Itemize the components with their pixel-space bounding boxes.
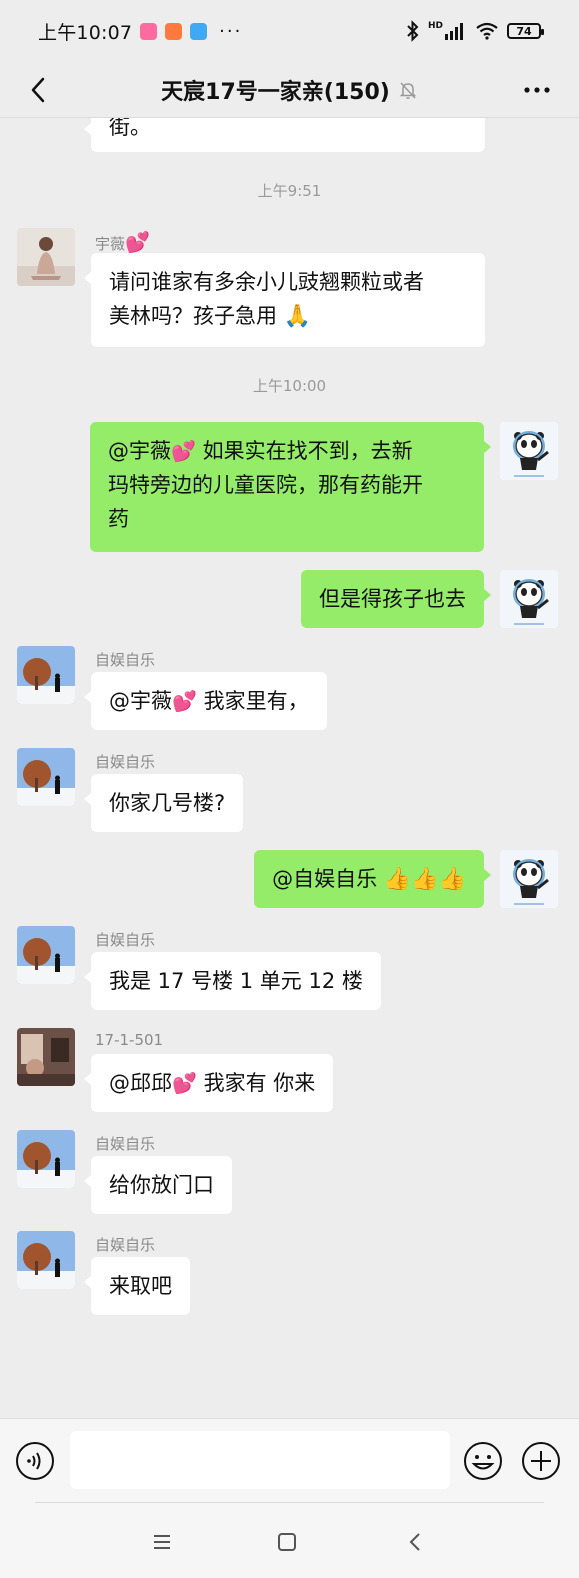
message-text: 给你放门口 bbox=[109, 1173, 214, 1197]
pray-emoji-icon: 🙏 bbox=[283, 304, 312, 329]
avatar-photo bbox=[17, 228, 75, 286]
smiley-icon bbox=[464, 1442, 502, 1480]
chat-message-list[interactable]: 街。 上午9:51 宇薇💕 请问谁家有多余小儿豉翘颗粒或者 美林吗？孩子急用 🙏… bbox=[0, 118, 579, 1418]
message-bubble[interactable]: 你家几号楼? bbox=[83, 774, 244, 832]
avatar-photo bbox=[17, 1028, 75, 1086]
panda-avatar-icon bbox=[500, 422, 558, 480]
avatar-photo bbox=[17, 1231, 75, 1289]
message-text: @邱邱💕 我家有 你来 bbox=[109, 1071, 316, 1095]
battery-icon: 74 bbox=[507, 23, 544, 39]
heart-emoji-icon: 💕 bbox=[172, 689, 197, 713]
message-bubble[interactable]: 请问谁家有多余小儿豉翘颗粒或者 美林吗？孩子急用 🙏 bbox=[84, 253, 485, 347]
voice-input-button[interactable] bbox=[15, 1441, 55, 1481]
timestamp: 上午9:51 bbox=[257, 182, 322, 200]
message-text: 我是 17 号楼 1 单元 12 楼 bbox=[109, 969, 363, 993]
mute-icon bbox=[399, 82, 417, 99]
avatar-ziyuzile[interactable] bbox=[17, 926, 75, 984]
avatar-photo bbox=[17, 646, 75, 704]
avatar-photo bbox=[17, 1130, 75, 1188]
message-text: 街。 bbox=[109, 118, 151, 139]
timestamp: 上午10:00 bbox=[252, 377, 327, 395]
sender-name: 自娱自乐 bbox=[95, 1236, 156, 1254]
sender-name: 自娱自乐 bbox=[95, 753, 156, 771]
battery-level: 74 bbox=[516, 24, 532, 38]
more-notifications-icon: ··· bbox=[219, 20, 243, 42]
status-bar: 上午10:07 ··· HD 74 bbox=[0, 0, 579, 62]
message-bubble[interactable]: @邱邱💕 我家有 你来 bbox=[83, 1054, 334, 1112]
bluetooth-icon bbox=[407, 20, 419, 42]
message-bubble[interactable]: @宇薇💕 我家里有， bbox=[84, 672, 327, 730]
system-back-button[interactable] bbox=[395, 1522, 435, 1562]
notification-icons bbox=[140, 22, 208, 40]
message-text: 来取吧 bbox=[109, 1274, 172, 1298]
chat-title-area: 天宸17号一家亲(150) bbox=[0, 62, 579, 118]
avatar-self[interactable] bbox=[500, 422, 558, 480]
message-bubble[interactable]: 给你放门口 bbox=[84, 1156, 232, 1214]
message-bubble-self[interactable]: 但是得孩子也去 bbox=[301, 570, 491, 628]
app-notification-icon bbox=[140, 22, 158, 40]
sender-name: 自娱自乐 bbox=[95, 1135, 156, 1153]
avatar-photo bbox=[17, 748, 75, 806]
message-bubble[interactable]: 来取吧 bbox=[84, 1257, 190, 1315]
wifi-icon bbox=[476, 22, 498, 40]
heart-emoji-icon: 💕 bbox=[125, 230, 150, 254]
avatar-ziyuzile[interactable] bbox=[17, 748, 75, 806]
message-text: @宇薇💕 我家里有， bbox=[109, 689, 309, 713]
sender-name: 17-1-501 bbox=[95, 1031, 164, 1049]
home-button[interactable] bbox=[267, 1522, 307, 1562]
message-text: 请问谁家有多余小儿豉翘颗粒或者 bbox=[109, 270, 424, 294]
more-functions-button[interactable] bbox=[521, 1441, 561, 1481]
message-text: 但是得孩子也去 bbox=[319, 587, 466, 611]
sender-name: 自娱自乐 bbox=[95, 651, 156, 669]
chevron-left-icon bbox=[409, 1533, 420, 1551]
avatar-self[interactable] bbox=[500, 850, 558, 908]
recent-apps-button[interactable] bbox=[142, 1522, 182, 1562]
system-navigation-bar bbox=[0, 1502, 579, 1578]
heart-emoji-icon: 💕 bbox=[172, 1071, 197, 1095]
plus-circle-icon bbox=[522, 1442, 560, 1480]
message-bubble-self[interactable]: @宇薇💕 如果实在找不到，去新 玛特旁边的儿童医院，那有药能开 药 bbox=[90, 422, 491, 552]
status-time: 上午10:07 bbox=[38, 21, 133, 44]
app-notification-icon bbox=[165, 22, 183, 40]
chat-header: 天宸17号一家亲(150) bbox=[0, 62, 579, 118]
thumbs-up-emoji-icon: 👍👍👍 bbox=[383, 867, 466, 892]
avatar-17-1-501[interactable] bbox=[17, 1028, 75, 1086]
voice-icon bbox=[16, 1442, 54, 1480]
message-text: 你家几号楼? bbox=[109, 791, 226, 815]
divider bbox=[35, 1502, 544, 1503]
status-indicators: HD 74 bbox=[406, 20, 544, 42]
square-icon bbox=[278, 1533, 296, 1551]
menu-lines-icon bbox=[154, 1535, 170, 1549]
hd-label: HD bbox=[427, 21, 443, 31]
avatar-ziyuzile[interactable] bbox=[17, 646, 75, 704]
more-dots-icon bbox=[524, 87, 550, 93]
message-input[interactable] bbox=[70, 1431, 450, 1489]
panda-avatar-icon bbox=[500, 570, 558, 628]
message-text: 玛特旁边的儿童医院，那有药能开 bbox=[108, 473, 423, 497]
chat-title: 天宸17号一家亲(150) bbox=[161, 80, 390, 105]
message-text: 药 bbox=[108, 507, 129, 531]
avatar-yuwei[interactable] bbox=[17, 228, 75, 286]
avatar-photo bbox=[17, 926, 75, 984]
avatar-ziyuzile[interactable] bbox=[17, 1231, 75, 1289]
message-bubble[interactable]: 我是 17 号楼 1 单元 12 楼 bbox=[84, 952, 381, 1010]
message-bubble[interactable]: 街。 bbox=[84, 118, 485, 152]
message-text: @自娱自乐 👍👍👍 bbox=[272, 867, 466, 892]
panda-avatar-icon bbox=[500, 850, 558, 908]
sender-name: 自娱自乐 bbox=[95, 931, 156, 949]
message-text: @宇薇💕 如果实在找不到，去新 bbox=[108, 439, 413, 463]
message-input-bar bbox=[0, 1418, 579, 1502]
emoji-button[interactable] bbox=[463, 1441, 503, 1481]
avatar-ziyuzile[interactable] bbox=[17, 1130, 75, 1188]
sender-name: 宇薇💕 bbox=[95, 230, 150, 254]
avatar-self[interactable] bbox=[500, 570, 558, 628]
signal-icon bbox=[445, 23, 463, 40]
message-bubble-self[interactable]: @自娱自乐 👍👍👍 bbox=[254, 850, 491, 908]
app-notification-icon bbox=[190, 22, 208, 40]
heart-emoji-icon: 💕 bbox=[171, 439, 196, 463]
message-text: 美林吗？孩子急用 🙏 bbox=[109, 299, 467, 334]
more-options-button[interactable] bbox=[517, 70, 557, 110]
